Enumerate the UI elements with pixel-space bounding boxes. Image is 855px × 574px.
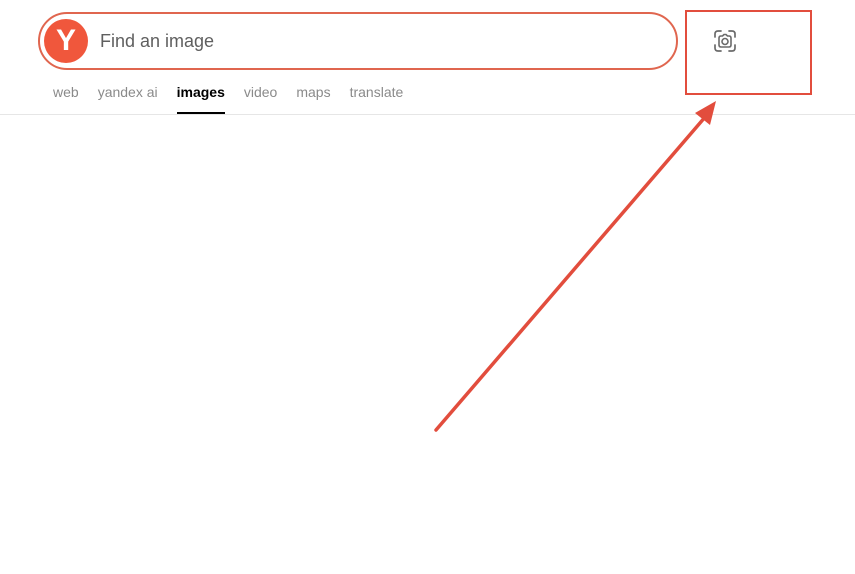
yandex-logo[interactable]: Y	[44, 19, 88, 63]
search-input[interactable]	[100, 28, 660, 54]
tab-yandex-ai[interactable]: yandex ai	[98, 84, 158, 114]
search-bar[interactable]: Y	[38, 12, 678, 70]
page: Y web yandex ai images video maps transl…	[0, 0, 855, 574]
header-divider	[0, 114, 855, 115]
tab-video[interactable]: video	[244, 84, 277, 114]
tab-web[interactable]: web	[53, 84, 79, 114]
tab-images[interactable]: images	[176, 84, 226, 114]
search-tabs: web yandex ai images video maps translat…	[53, 84, 422, 114]
annotation-highlight-box	[685, 10, 812, 95]
tab-maps[interactable]: maps	[296, 84, 330, 114]
tab-translate[interactable]: translate	[350, 84, 404, 114]
